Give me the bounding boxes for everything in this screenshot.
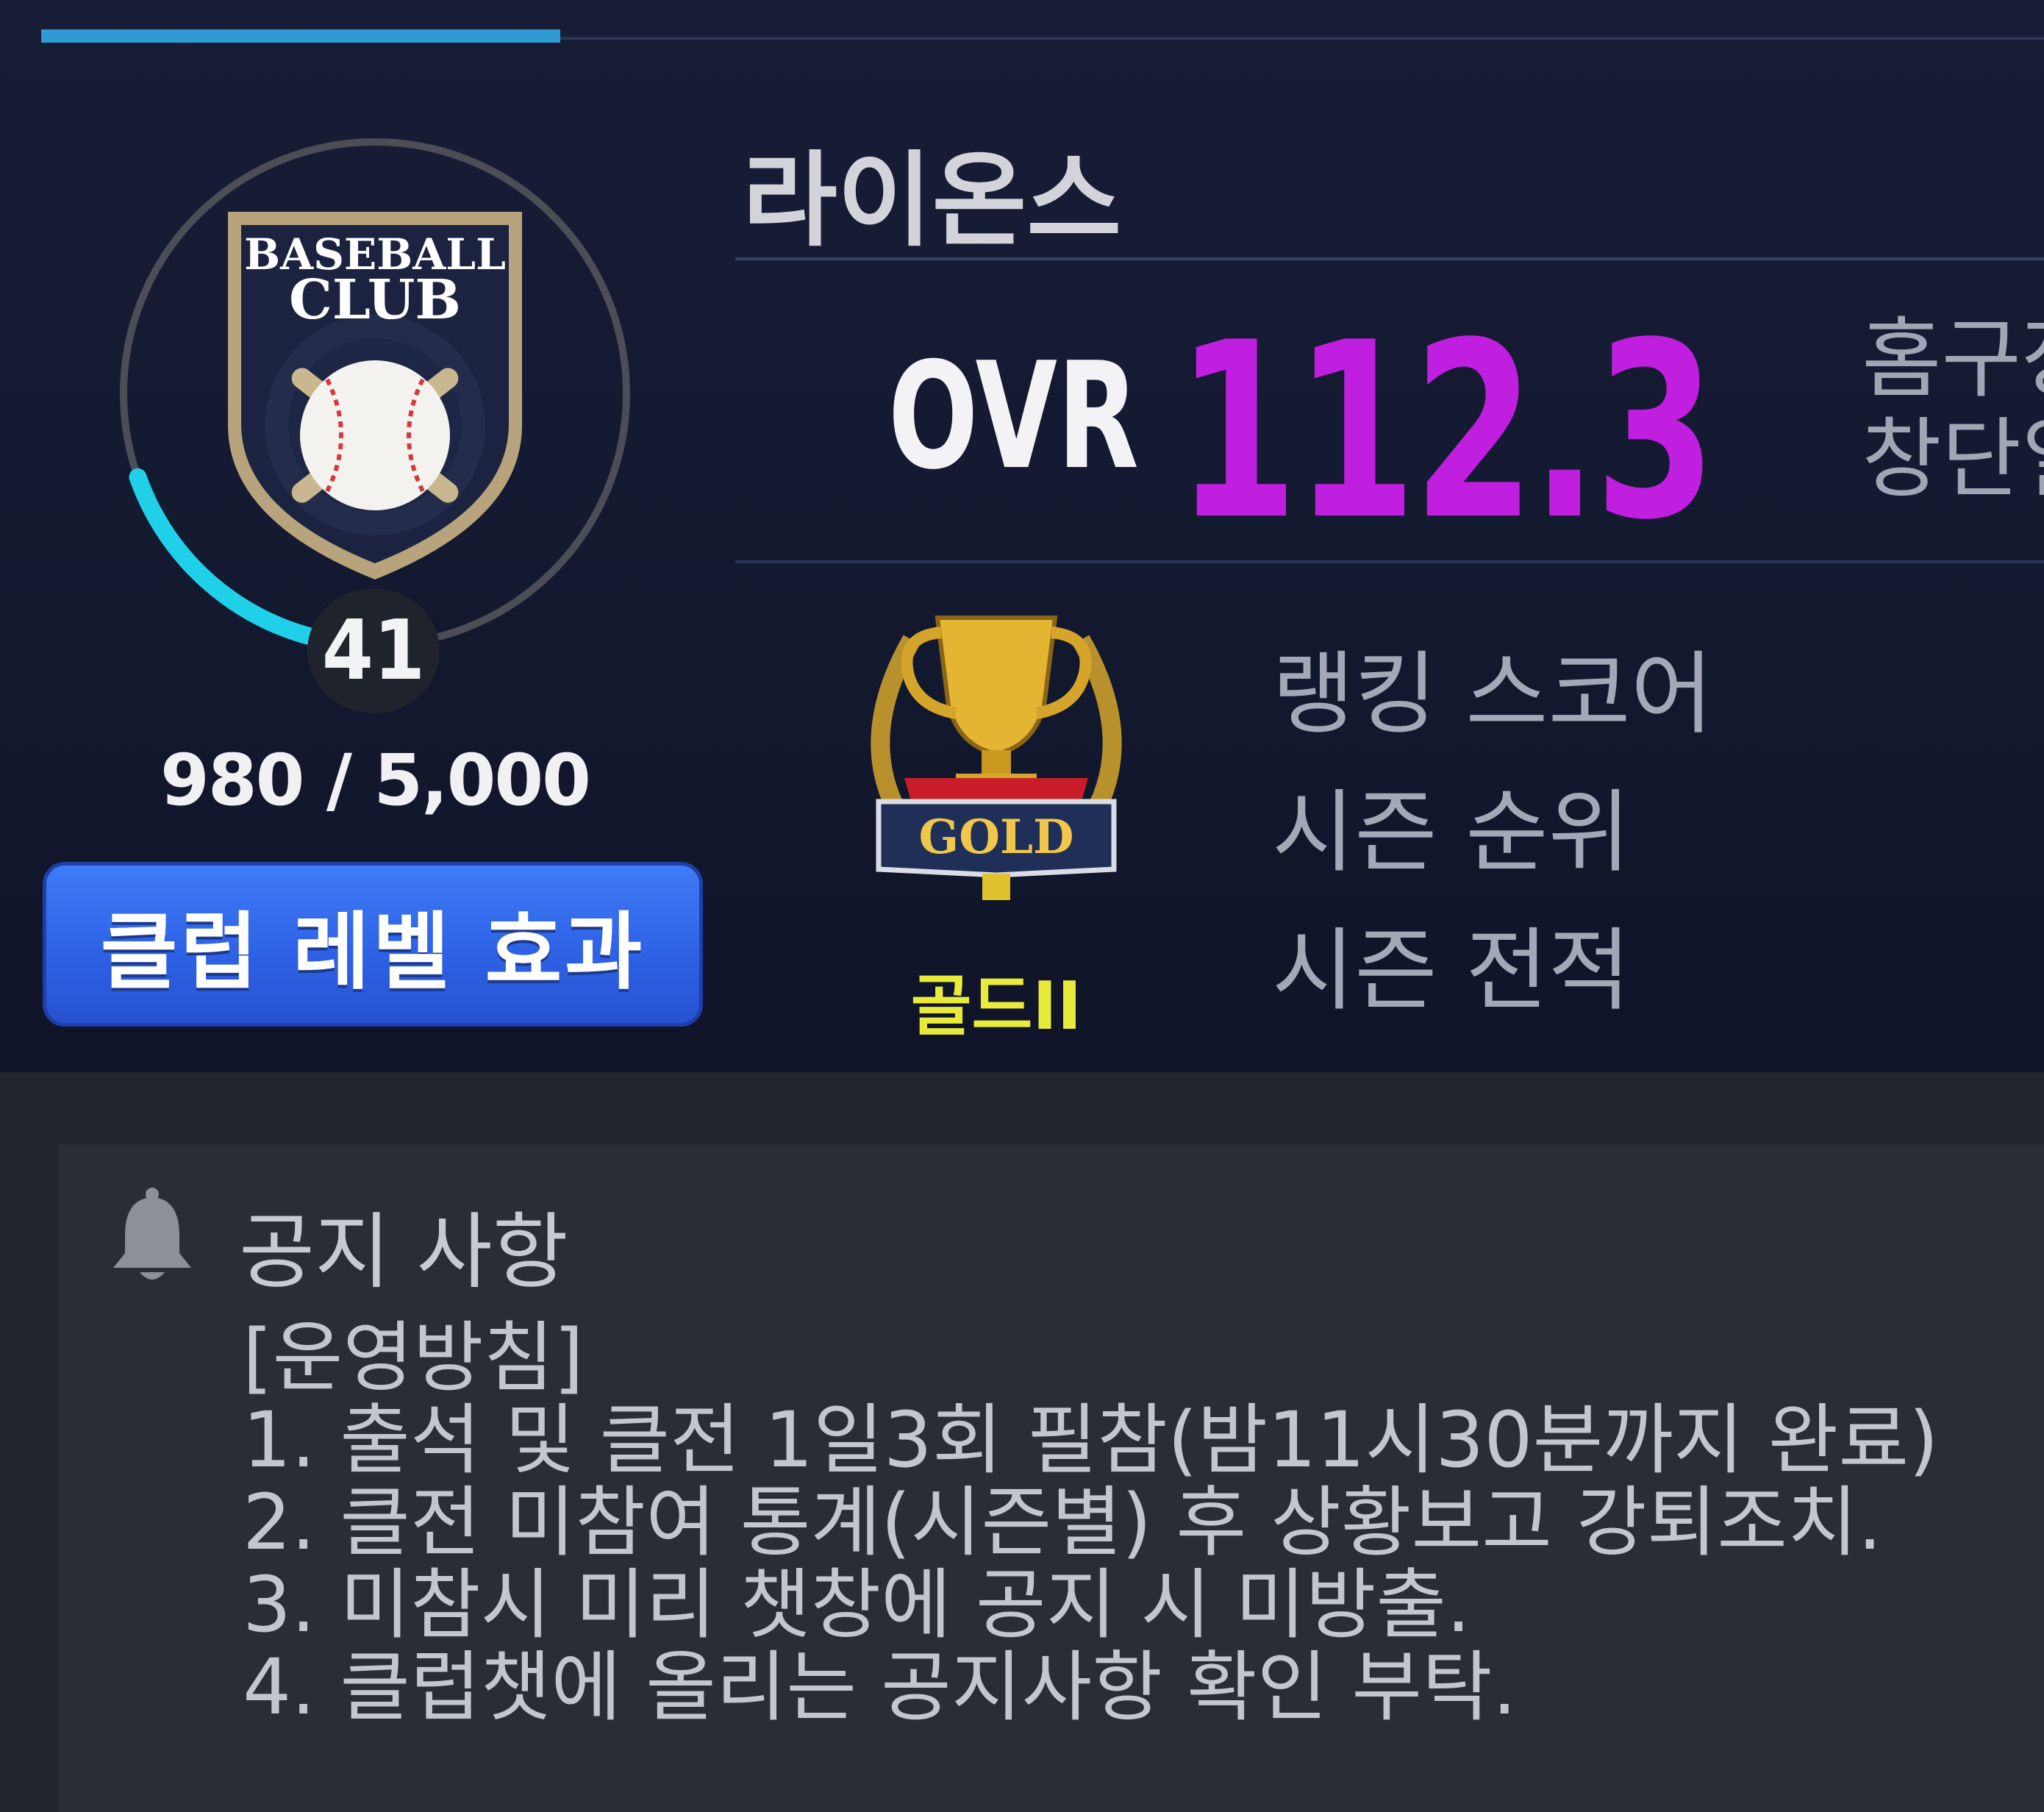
tab-active-indicator[interactable]: [41, 29, 560, 43]
club-info-labels: 홈구장 창단일: [1862, 309, 2044, 509]
club-xp-text: 980 / 5,000: [160, 739, 591, 821]
ovr-value: 112.3: [1176, 290, 1716, 573]
notice-line: 2. 클전 미참여 통계(시즌별) 후 상황보고 강퇴조치.: [243, 1477, 1882, 1567]
club-level-effect-button[interactable]: 클럽 레벨 효과: [43, 862, 703, 1027]
baseball-icon: [300, 360, 450, 510]
season-rank-label: 시즌 순위: [1272, 780, 1631, 885]
club-name: 라이온스: [743, 141, 1122, 261]
divider: [735, 560, 2044, 563]
founded-date-label: 창단일: [1862, 408, 2044, 510]
club-emblem[interactable]: BASEBALL CLUB: [217, 204, 533, 587]
notice-line: 1. 출석 및 클전 1일3회 필참(밤11시30분까지 완료): [243, 1395, 1939, 1485]
home-stadium-label: 홈구장: [1862, 308, 2044, 410]
notice-line: [운영방침]: [243, 1313, 584, 1402]
ranking-score-label: 랭킹 스코어: [1272, 642, 1713, 746]
notice-line: 4. 클럽챗에 올리는 공지사항 확인 부탁.: [243, 1642, 1517, 1732]
notice-line: 3. 미참시 미리 챗창에 공지 시 미방출.: [243, 1560, 1471, 1649]
divider: [735, 257, 2044, 260]
notice-title: 공지 사항: [239, 1205, 568, 1300]
notice-body: [운영방침] 1. 출석 및 클전 1일3회 필참(밤11시30분까지 완료) …: [243, 1316, 1939, 1728]
ranking-stats-list: 랭킹 스코어 시즌 순위 시즌 전적: [1272, 625, 1713, 1040]
gold-tier-trophy-icon[interactable]: GOLD: [838, 581, 1154, 905]
tier-badge-text: GOLD: [919, 810, 1074, 865]
club-level-badge: 41: [307, 588, 440, 713]
season-record-label: 시즌 전적: [1272, 919, 1631, 1023]
ovr-label: OVR: [888, 331, 1139, 502]
bell-icon: [113, 1188, 191, 1280]
emblem-text-club: CLUB: [289, 268, 461, 332]
tier-label: 골드II: [910, 968, 1082, 1045]
